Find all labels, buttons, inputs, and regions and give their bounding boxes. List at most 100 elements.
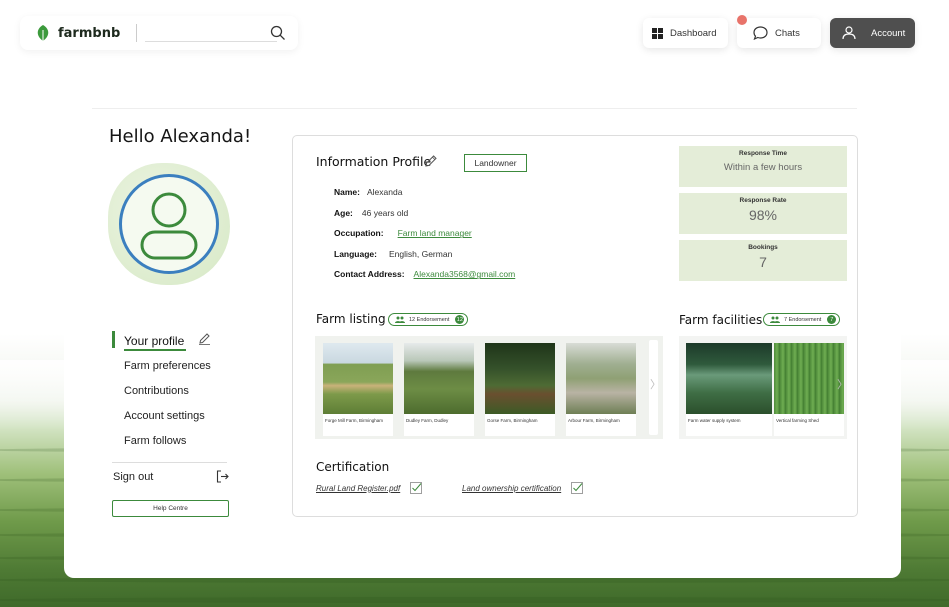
certificate-link[interactable]: Rural Land Register.pdf (316, 482, 423, 494)
stat-value: 98% (748, 207, 778, 223)
profile-fields: Name: Alexanda Age: 46 years old Occupat… (334, 182, 515, 285)
facility-card[interactable]: Vertical farming Shed (774, 343, 844, 436)
user-silhouette-icon (140, 192, 198, 260)
field-age: Age: 46 years old (334, 203, 515, 224)
divider (136, 24, 138, 42)
field-name: Name: Alexanda (334, 182, 515, 203)
chats-button[interactable]: Chats (737, 18, 821, 48)
field-language: Language: English, German (334, 244, 515, 265)
account-label: Account (871, 27, 906, 39)
farm-card[interactable]: Gorse Farm, Birmingham (485, 343, 555, 436)
chevron-right-icon[interactable]: 〉 (650, 376, 661, 392)
role-badge: Landowner (464, 154, 527, 172)
farm-card[interactable]: Forge Mill Farm, Birmingham (323, 343, 393, 436)
menu-item-label: Farm preferences (124, 359, 211, 372)
stat-label: Bookings (748, 244, 778, 251)
endorsement-count: 12 (455, 315, 465, 324)
chevron-right-icon[interactable]: 〉 (837, 376, 847, 392)
sign-out-label: Sign out (113, 470, 154, 483)
menu-item-your-profile[interactable]: Your profile (112, 328, 211, 353)
edit-pencil-icon[interactable] (198, 332, 211, 348)
farm-listing-endorsement[interactable]: 12 Endorsement 12 (388, 313, 469, 326)
people-icon (770, 316, 780, 323)
field-occupation: Occupation: Farm land manager (334, 223, 515, 244)
field-label: Contact Address: (334, 269, 405, 280)
chats-label: Chats (775, 27, 800, 39)
leaf-logo-icon (34, 24, 52, 42)
greeting-heading: Hello Alexanda! (109, 126, 252, 147)
certificate-label: Rural Land Register.pdf (316, 483, 401, 493)
people-icon (395, 316, 405, 323)
endorsement-count: 7 (827, 315, 837, 324)
edit-pencil-icon[interactable] (424, 154, 438, 173)
info-profile-title: Information Profile (316, 154, 432, 169)
grid-icon (652, 27, 663, 39)
facility-caption: Farm water supply system (688, 418, 741, 423)
farm-listing-gallery: Forge Mill Farm, Birmingham Dudley Farm,… (315, 336, 663, 439)
farm-facilities-title: Farm facilities (679, 313, 763, 327)
menu-item-label: Your profile (124, 333, 185, 348)
farm-caption: Gorse Farm, Birmingham (487, 418, 538, 423)
field-value[interactable]: Alexanda3568@gmail.com (414, 269, 516, 279)
response-rate-stat: Response Rate 98% (679, 193, 847, 234)
field-value[interactable]: Farm land manager (398, 228, 472, 238)
response-time-stat: Response Time Within a few hours (679, 146, 847, 187)
farm-caption: Dudley Farm, Dudley (406, 418, 449, 423)
profile-menu: Your profile Farm preferences Contributi… (112, 328, 211, 453)
facility-caption: Vertical farming Shed (776, 418, 819, 423)
farm-facilities-endorsement[interactable]: 7 Endorsement 7 (763, 313, 841, 326)
active-indicator (124, 349, 186, 351)
field-label: Age: (334, 207, 353, 218)
farm-photo (404, 343, 474, 414)
certification-title: Certification (316, 460, 390, 474)
farm-facilities-gallery: Farm water supply system Vertical farmin… (679, 336, 847, 439)
user-icon (842, 26, 856, 40)
checkbox-check-icon (571, 482, 584, 494)
field-value: Alexanda (366, 187, 403, 198)
farm-photo (485, 343, 555, 414)
help-centre-button[interactable]: Help Centre (112, 500, 229, 517)
farm-caption: Forge Mill Farm, Birmingham (325, 418, 384, 423)
chat-bubble-icon (753, 26, 768, 40)
avatar-ring (119, 174, 219, 274)
notification-dot (737, 15, 747, 25)
checkbox-check-icon (410, 482, 423, 494)
stat-label: Response Rate (739, 197, 787, 204)
stat-value: 7 (759, 254, 767, 270)
farm-card[interactable]: Arbour Farm, Birmingham (566, 343, 636, 436)
stats-column: Response Time Within a few hours Respons… (679, 146, 847, 287)
menu-item-label: Contributions (124, 384, 189, 397)
menu-item-farm-preferences[interactable]: Farm preferences (112, 353, 211, 378)
facility-photo (774, 343, 844, 414)
menu-item-contributions[interactable]: Contributions (112, 378, 211, 403)
facility-card[interactable]: Farm water supply system (686, 343, 772, 436)
field-value: 46 years old (361, 207, 409, 218)
menu-item-account-settings[interactable]: Account settings (112, 403, 211, 428)
field-label: Occupation: (334, 228, 384, 239)
endorsement-label: 7 Endorsement (784, 316, 822, 323)
certificate-label: Land ownership certification (462, 483, 562, 493)
field-label: Name: (334, 187, 360, 198)
sign-out-button[interactable]: Sign out (113, 470, 229, 483)
stat-value: Within a few hours (723, 162, 803, 173)
certificate-link[interactable]: Land ownership certification (462, 482, 584, 494)
brand-name[interactable]: farmbnb (58, 26, 120, 41)
stat-label: Response Time (739, 150, 787, 157)
search-input[interactable] (145, 40, 278, 42)
farm-caption: Arbour Farm, Birmingham (568, 418, 620, 423)
logout-icon (216, 470, 229, 483)
menu-item-label: Account settings (124, 409, 205, 422)
facility-photo (686, 343, 772, 414)
menu-item-label: Farm follows (124, 434, 187, 447)
search-icon[interactable] (270, 25, 286, 41)
menu-item-farm-follows[interactable]: Farm follows (112, 428, 211, 453)
endorsement-label: 12 Endorsement (409, 316, 450, 323)
farm-card[interactable]: Dudley Farm, Dudley (404, 343, 474, 436)
farm-photo (323, 343, 393, 414)
dashboard-button[interactable]: Dashboard (643, 18, 728, 48)
divider (112, 462, 227, 463)
divider (92, 108, 857, 109)
top-search-bar: farmbnb (20, 16, 298, 50)
avatar[interactable] (108, 163, 232, 287)
account-button[interactable]: Account (830, 18, 915, 48)
